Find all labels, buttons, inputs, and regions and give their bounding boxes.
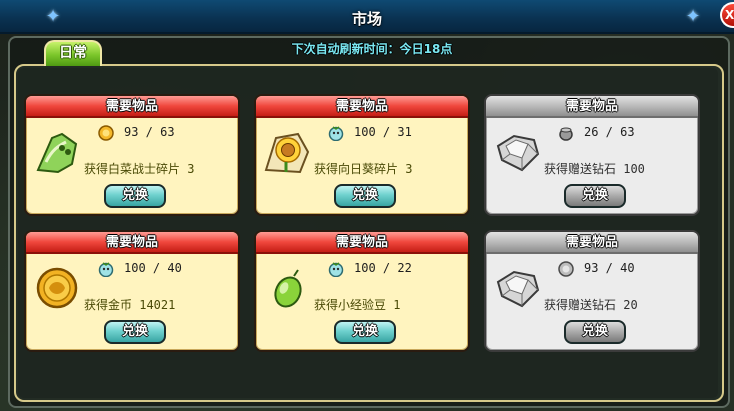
- exchange-button[interactable]: 兑换: [564, 184, 626, 208]
- star-ornament-icon: ✦: [685, 6, 701, 27]
- refresh-time-label: 下次自动刷新时间：今日18点: [291, 42, 453, 56]
- card-header: 需要物品: [26, 232, 238, 254]
- cost-amount: 93 / 40: [584, 261, 635, 275]
- exchange-card: 需要物品 100 / 40 获得金币 14021 兑换: [24, 230, 240, 352]
- sunflower-shard-icon: [264, 132, 310, 174]
- exchange-card: 需要物品 26 / 63 获得赠送钻石 100 兑换: [484, 94, 700, 216]
- card-header: 需要物品: [256, 232, 468, 254]
- reward-text: 获得金币 14021: [84, 298, 176, 312]
- exchange-button[interactable]: 兑换: [334, 184, 396, 208]
- exchange-card: 需要物品 100 / 22 获得小经验豆 1 兑换: [254, 230, 470, 352]
- reward-text: 获得向日葵碎片 3: [314, 162, 413, 176]
- reward-text: 获得赠送钻石 20: [544, 298, 638, 312]
- exchange-button[interactable]: 兑换: [564, 320, 626, 344]
- exchange-card: 需要物品 93 / 40 获得赠送钻石 20 兑换: [484, 230, 700, 352]
- cost-amount: 100 / 22: [354, 261, 412, 275]
- card-header: 需要物品: [486, 232, 698, 254]
- exp-bean-icon: [274, 269, 302, 308]
- tab-daily[interactable]: 日常: [44, 40, 102, 66]
- reward-text: 获得赠送钻石 100: [544, 162, 645, 176]
- coin-icon: [98, 125, 114, 141]
- cost-amount: 100 / 31: [354, 125, 412, 139]
- pot-icon: [559, 127, 573, 141]
- diamond-icon: [496, 270, 540, 308]
- diamond-icon: [496, 134, 540, 172]
- plant-token-icon: [328, 126, 344, 141]
- exchange-card: 需要物品 100 / 31 获得向日葵碎片 3 兑换: [254, 94, 470, 216]
- exchange-card: 需要物品 93 / 63 获得白菜战士碎片 3 兑换: [24, 94, 240, 216]
- gold-coin-icon: [36, 267, 78, 309]
- exchange-button[interactable]: 兑换: [104, 184, 166, 208]
- cost-amount: 26 / 63: [584, 125, 635, 139]
- card-header: 需要物品: [256, 96, 468, 118]
- exchange-button[interactable]: 兑换: [334, 320, 396, 344]
- reward-text: 获得小经验豆 1: [314, 298, 401, 312]
- card-header: 需要物品: [486, 96, 698, 118]
- cost-amount: 100 / 40: [124, 261, 182, 275]
- card-header: 需要物品: [26, 96, 238, 118]
- window-title: 市场: [351, 10, 382, 28]
- coin-icon: [558, 261, 574, 277]
- bok-choy-shard-icon: [36, 132, 78, 174]
- reward-text: 获得白菜战士碎片 3: [84, 162, 195, 176]
- exchange-button[interactable]: 兑换: [104, 320, 166, 344]
- plant-token-icon: [328, 262, 344, 277]
- cost-amount: 93 / 63: [124, 125, 175, 139]
- title-bar: ✦ 市场 ✦ X: [0, 0, 734, 34]
- plant-token-icon: [98, 262, 114, 277]
